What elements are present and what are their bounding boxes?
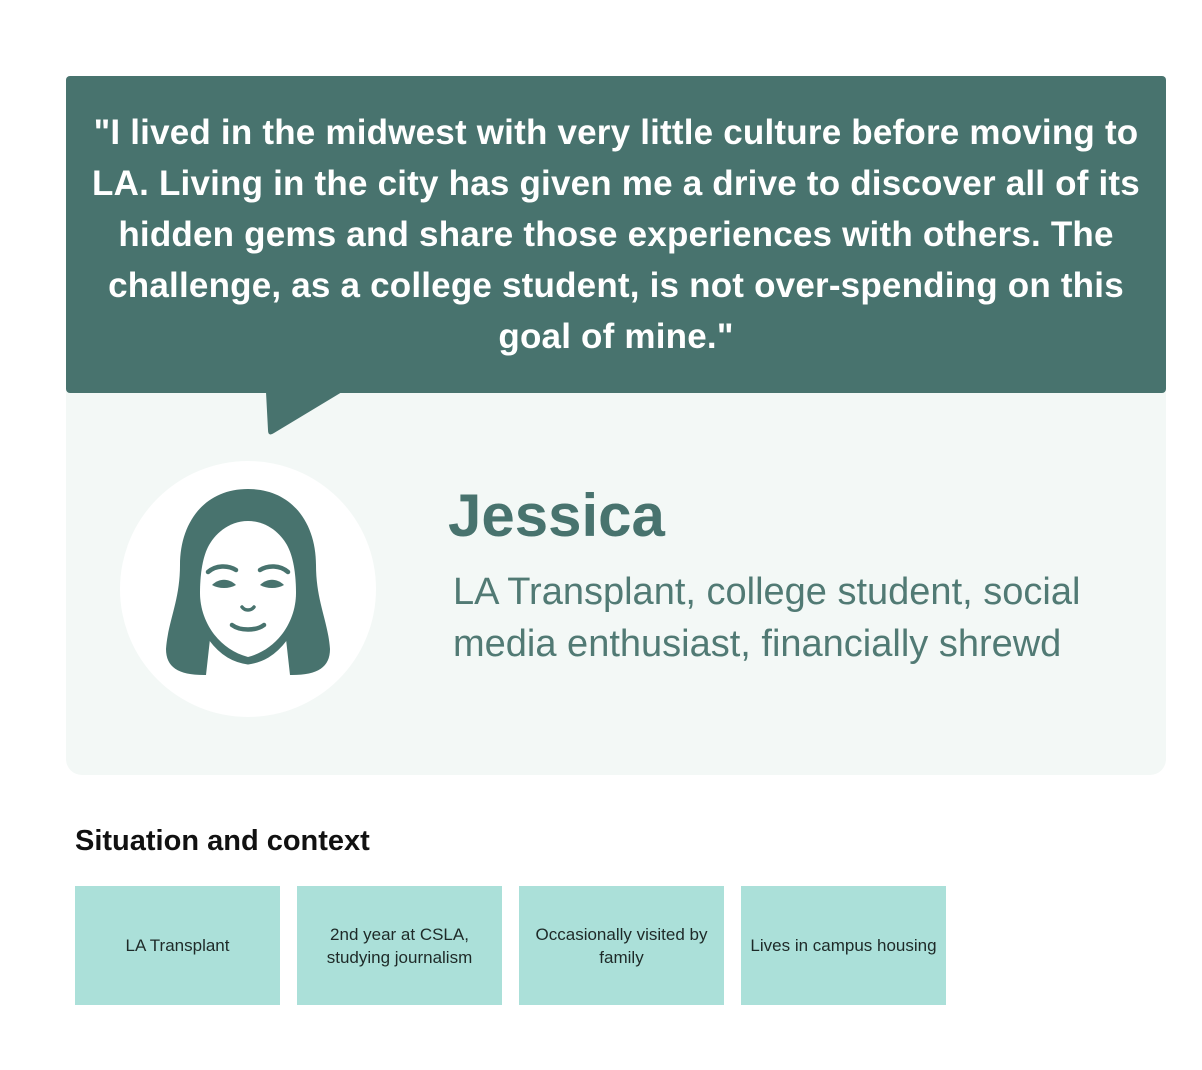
- persona-quote: "I lived in the midwest with very little…: [92, 113, 1140, 356]
- context-card: 2nd year at CSLA, studying journalism: [297, 886, 502, 1005]
- section-heading-situation: Situation and context: [75, 825, 370, 857]
- quote-bubble: "I lived in the midwest with very little…: [66, 76, 1166, 393]
- context-card: Lives in campus housing: [741, 886, 946, 1005]
- speech-bubble-tail: [266, 392, 342, 435]
- woman-face-icon: [166, 489, 330, 675]
- persona-name: Jessica: [448, 482, 665, 549]
- persona-tagline: LA Transplant, college student, social m…: [453, 571, 1081, 665]
- avatar: [120, 461, 376, 717]
- context-card-list: LA Transplant 2nd year at CSLA, studying…: [75, 886, 946, 1005]
- context-card: LA Transplant: [75, 886, 280, 1005]
- context-card: Occasionally visited by family: [519, 886, 724, 1005]
- persona-card: "I lived in the midwest with very little…: [66, 76, 1166, 775]
